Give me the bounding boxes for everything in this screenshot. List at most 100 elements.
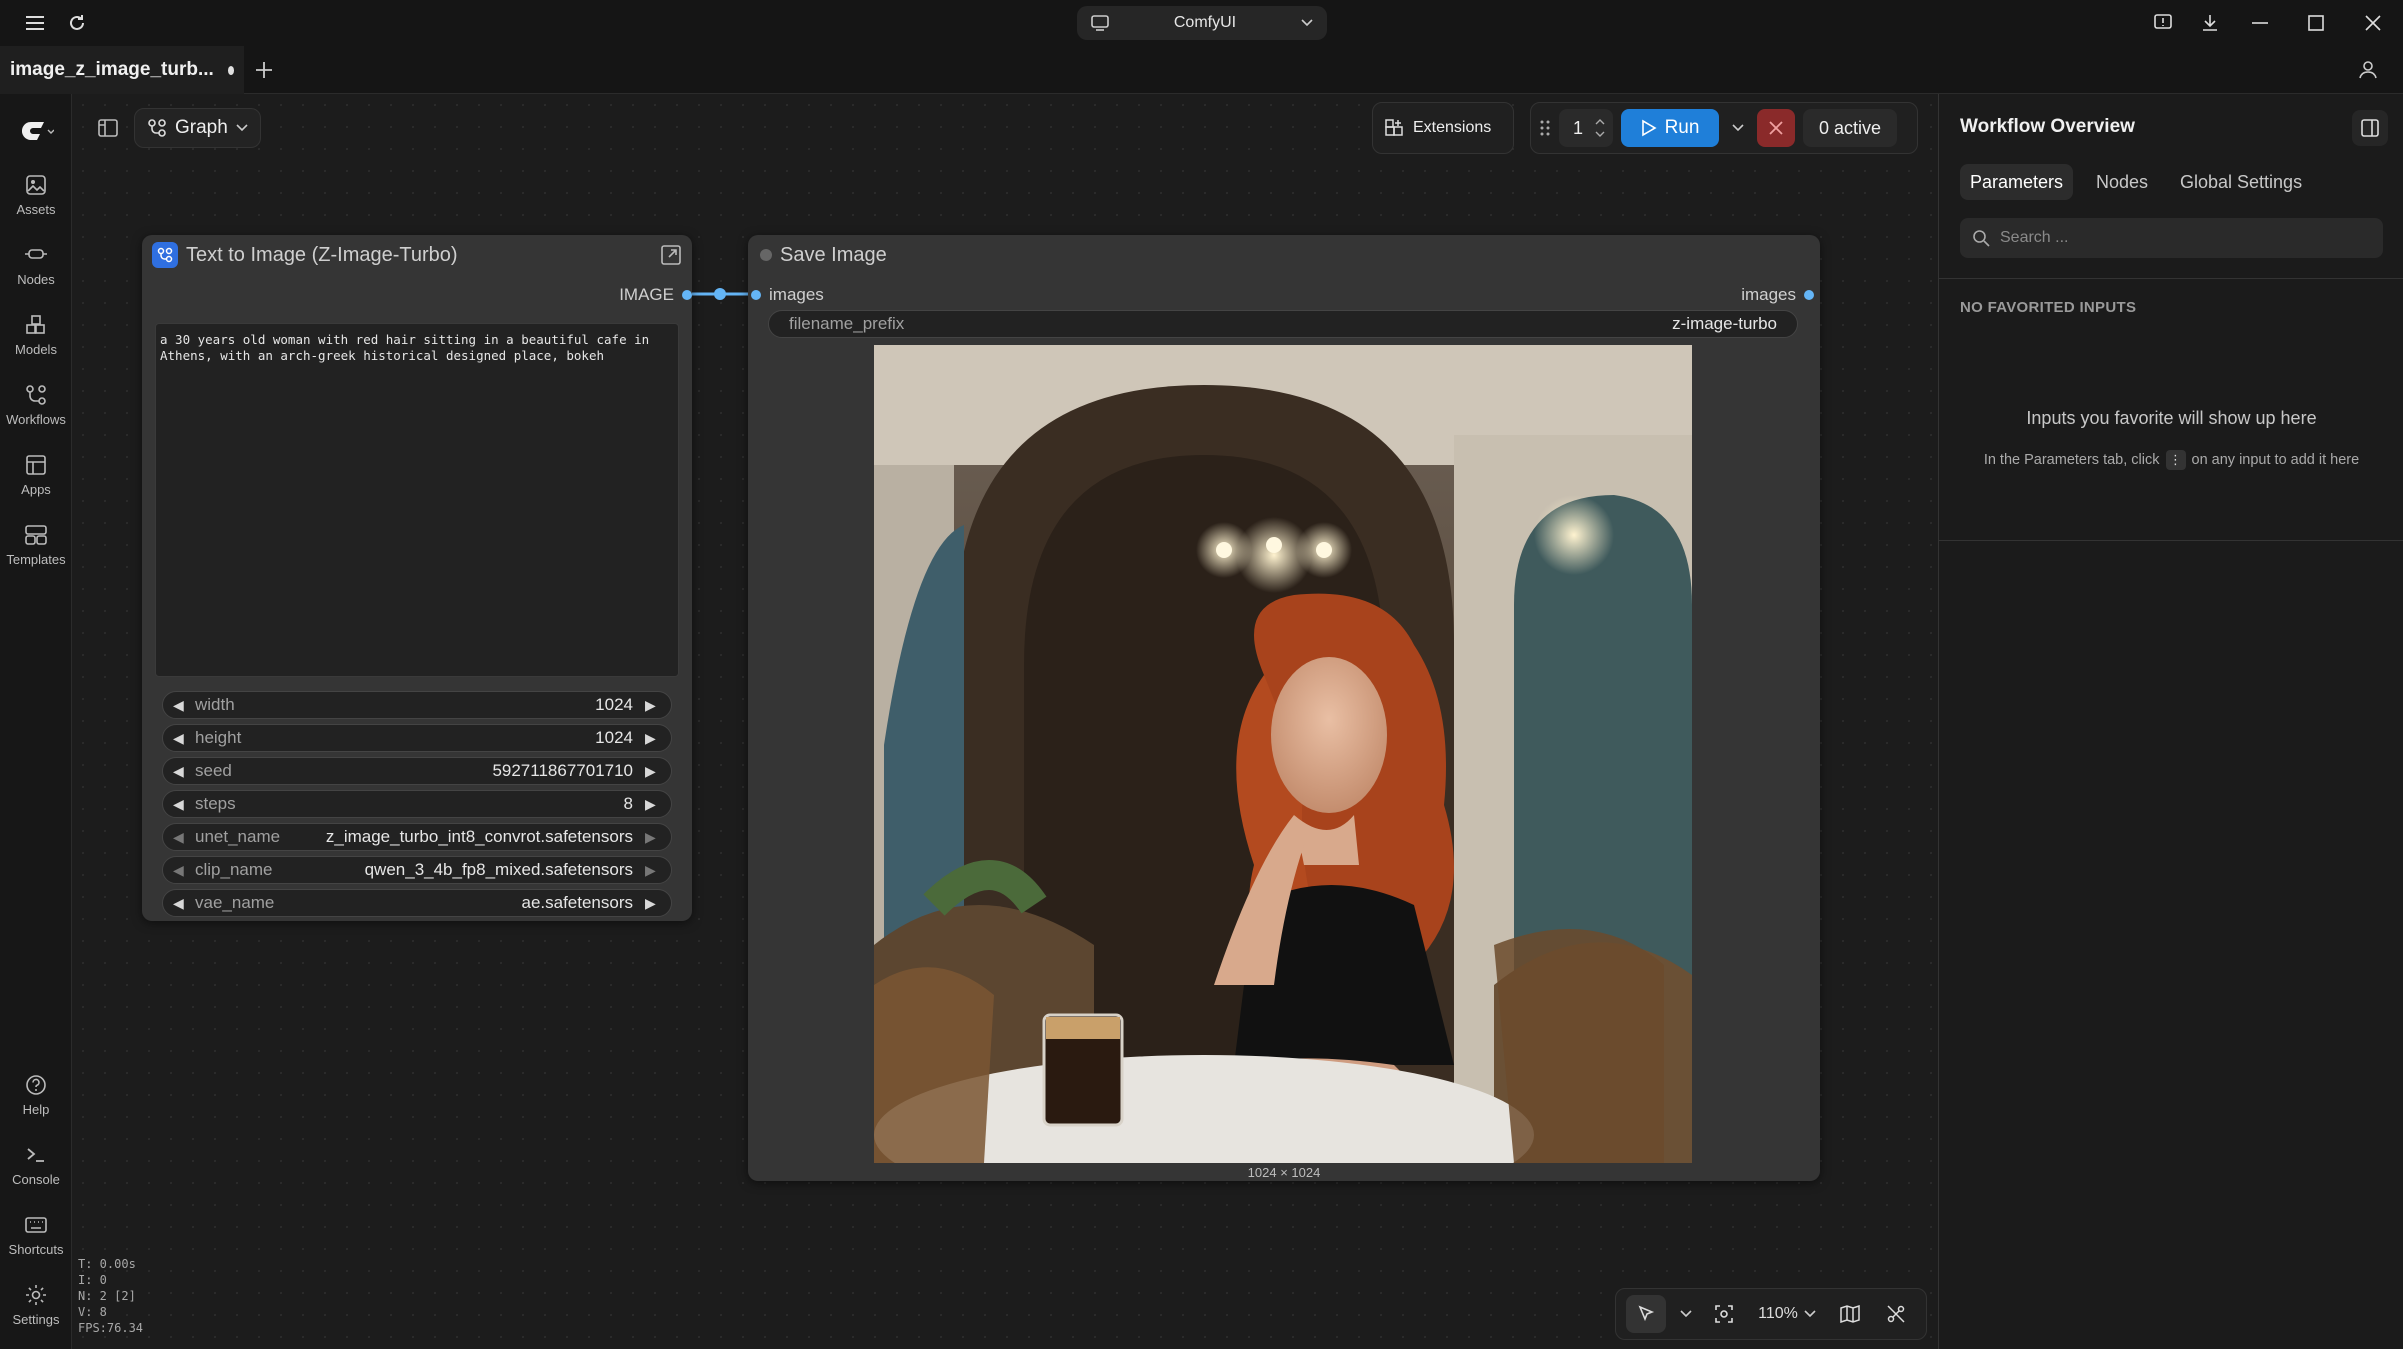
sidebar-item-label: Nodes [17,272,55,287]
decrement-arrow-icon[interactable]: ◀ [173,895,189,912]
feedback-icon[interactable] [2150,10,2176,36]
increment-arrow-icon[interactable]: ▶ [645,796,661,813]
minimize-icon[interactable] [2247,10,2273,36]
zoom-level: 110% [1758,1305,1798,1322]
sidebar-item-workflows[interactable]: Workflows [0,384,72,450]
image-preview[interactable] [874,345,1692,1163]
menu-icon[interactable] [22,10,48,36]
apps-icon [26,455,46,475]
node-title-bar[interactable]: Text to Image (Z-Image-Turbo) [142,235,692,275]
decrement-arrow-icon[interactable]: ◀ [173,697,189,714]
save-image-node[interactable]: Save Image images images filename_prefix… [748,235,1820,1181]
cancel-button[interactable] [1757,109,1795,147]
output-slot-images[interactable]: images [1741,285,1814,305]
tool-dropdown[interactable] [1676,1295,1696,1333]
increment-arrow-icon[interactable]: ▶ [645,697,661,714]
sidebar-item-nodes[interactable]: Nodes [0,244,72,310]
open-subgraph-icon[interactable] [660,244,682,266]
cubes-icon [26,315,45,334]
stepper-arrows-icon[interactable] [1595,117,1605,139]
minimap-button[interactable] [1832,1295,1868,1333]
gear-icon [26,1285,46,1305]
comfy-logo[interactable] [22,120,54,142]
stat-i: I: 0 [78,1273,107,1287]
decrement-arrow-icon[interactable]: ◀ [173,796,189,813]
filename-prefix-widget[interactable]: filename_prefix z-image-turbo [768,310,1798,338]
new-tab-icon[interactable] [250,56,278,84]
search-box[interactable] [1960,218,2383,258]
increment-arrow-icon[interactable]: ▶ [645,730,661,747]
decrement-arrow-icon[interactable]: ◀ [173,862,189,879]
queue-count: 1 [1573,117,1584,138]
decrement-arrow-icon[interactable]: ◀ [173,763,189,780]
decrement-arrow-icon[interactable]: ◀ [173,829,189,846]
width-widget[interactable]: ◀ width 1024 ▶ [162,691,672,719]
search-input[interactable] [2000,229,2360,247]
keyboard-icon [25,1217,47,1233]
widget-name: seed [195,761,232,780]
steps-widget[interactable]: ◀ steps 8 ▶ [162,790,672,818]
panel-toggle-icon[interactable] [92,112,124,144]
increment-arrow-icon[interactable]: ▶ [645,895,661,912]
node-title-bar[interactable]: Save Image [748,235,1820,275]
prompt-textarea[interactable]: a 30 years old woman with red hair sitti… [155,323,679,677]
sidebar-item-models[interactable]: Models [0,314,72,380]
height-widget[interactable]: ◀ height 1024 ▶ [162,724,672,752]
output-slot-dot[interactable] [682,290,692,300]
toggle-links-button[interactable] [1878,1295,1914,1333]
select-tool-button[interactable] [1626,1295,1666,1333]
increment-arrow-icon[interactable]: ▶ [645,829,661,846]
increment-arrow-icon[interactable]: ▶ [645,862,661,879]
tab-global-settings[interactable]: Global Settings [2170,164,2312,200]
left-sidebar: Assets Nodes Models Workflows Apps Templ… [0,94,72,1349]
refresh-icon[interactable] [64,10,90,36]
sidebar-item-apps[interactable]: Apps [0,454,72,520]
run-button[interactable]: Run [1621,109,1719,147]
chevron-down-icon [1732,124,1744,132]
input-slot-dot[interactable] [751,290,761,300]
node-status-dot[interactable] [760,249,772,261]
close-icon [1769,121,1783,135]
sidebar-item-templates[interactable]: Templates [0,524,72,590]
unet-name-widget[interactable]: ◀ unet_name z_image_turbo_int8_convrot.s… [162,823,672,851]
widget-value: z-image-turbo [1672,314,1777,333]
fit-view-button[interactable] [1706,1295,1742,1333]
close-icon[interactable] [2360,10,2386,36]
seed-widget[interactable]: ◀ seed 592711867701710 ▶ [162,757,672,785]
clip-name-widget[interactable]: ◀ clip_name qwen_3_4b_fp8_mixed.safetens… [162,856,672,884]
sidebar-item-shortcuts[interactable]: Shortcuts [0,1214,72,1280]
render-stats: T: 0.00s I: 0 N: 2 [2] V: 8 FPS:76.34 [78,1256,143,1336]
input-slot-images[interactable]: images [751,285,824,305]
run-options-dropdown[interactable] [1727,109,1749,147]
subgraph-icon [152,242,178,268]
increment-arrow-icon[interactable]: ▶ [645,763,661,780]
tab-nodes[interactable]: Nodes [2086,164,2158,200]
widget-value: 592711867701710 [492,761,633,780]
download-icon[interactable] [2197,10,2223,36]
maximize-icon[interactable] [2303,10,2329,36]
workflow-tab[interactable]: image_z_image_turb... [0,46,244,94]
graph-mode-button[interactable]: Graph [134,108,261,148]
user-icon[interactable] [2357,58,2381,82]
sidebar-item-help[interactable]: Help [0,1074,72,1140]
sidebar-item-label: Workflows [6,412,66,427]
text-to-image-node[interactable]: Text to Image (Z-Image-Turbo) IMAGE a 30… [142,235,692,921]
app-selector[interactable]: ComfyUI [1077,6,1327,40]
chevron-down-icon [236,124,248,132]
decrement-arrow-icon[interactable]: ◀ [173,730,189,747]
queue-count-stepper[interactable]: 1 [1559,109,1613,147]
output-slot-dot[interactable] [1804,290,1814,300]
extensions-button[interactable]: Extensions [1372,102,1514,154]
sidebar-item-console[interactable]: Console [0,1144,72,1210]
stat-v: V: 8 [78,1305,107,1319]
output-slot-image[interactable]: IMAGE [619,285,692,305]
chevron-down-icon [1301,19,1313,27]
vae-name-widget[interactable]: ◀ vae_name ae.safetensors ▶ [162,889,672,917]
tab-parameters[interactable]: Parameters [1960,164,2074,200]
active-queue-button[interactable]: 0 active [1803,109,1897,147]
sidebar-item-assets[interactable]: Assets [0,174,72,240]
sidebar-item-settings[interactable]: Settings [0,1284,72,1349]
panel-collapse-icon[interactable] [2352,110,2388,146]
drag-handle-icon[interactable] [1539,118,1551,138]
zoom-dropdown[interactable]: 110% [1752,1295,1822,1333]
